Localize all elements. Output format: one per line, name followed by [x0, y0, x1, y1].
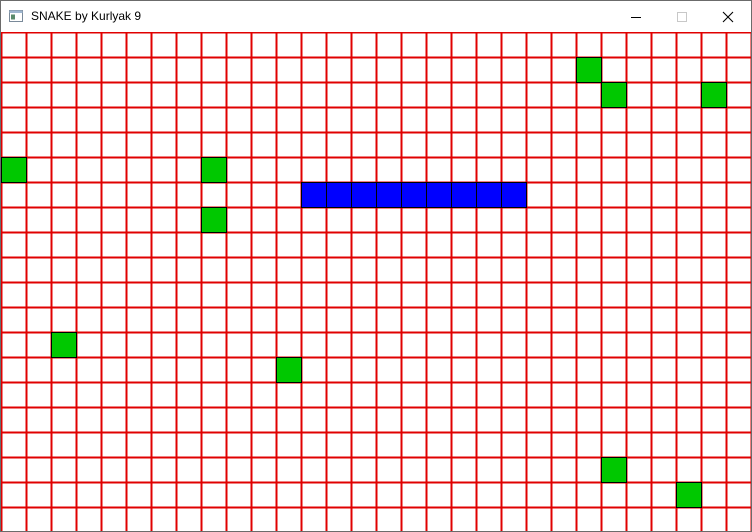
food-cell: [201, 207, 227, 233]
food-cell: [201, 157, 227, 183]
snake-segment: [501, 182, 527, 208]
snake-segment: [401, 182, 427, 208]
maximize-button[interactable]: [659, 1, 705, 32]
food-cell: [276, 357, 302, 383]
snake-segment: [301, 182, 327, 208]
food-cell: [576, 57, 602, 83]
minimize-icon: [631, 16, 641, 18]
snake-segment: [451, 182, 477, 208]
minimize-button[interactable]: [613, 1, 659, 32]
snake-segment: [326, 182, 352, 208]
food-cell: [601, 82, 627, 108]
food-cell: [1, 157, 27, 183]
food-cell: [701, 82, 727, 108]
food-cell: [676, 482, 702, 508]
title-bar[interactable]: SNAKE by Kurlyak 9: [1, 1, 751, 32]
app-icon: [9, 9, 23, 23]
snake-segment: [351, 182, 377, 208]
game-board[interactable]: [1, 32, 751, 531]
snake-segment: [376, 182, 402, 208]
food-cell: [601, 457, 627, 483]
window-title: SNAKE by Kurlyak 9: [31, 9, 142, 23]
food-cell: [51, 332, 77, 358]
game-window: SNAKE by Kurlyak 9: [0, 0, 752, 532]
maximize-icon: [677, 11, 687, 22]
snake-segment: [476, 182, 502, 208]
close-button[interactable]: [705, 1, 751, 32]
close-icon: [722, 11, 734, 22]
snake-segment: [426, 182, 452, 208]
board-canvas: [1, 32, 751, 531]
